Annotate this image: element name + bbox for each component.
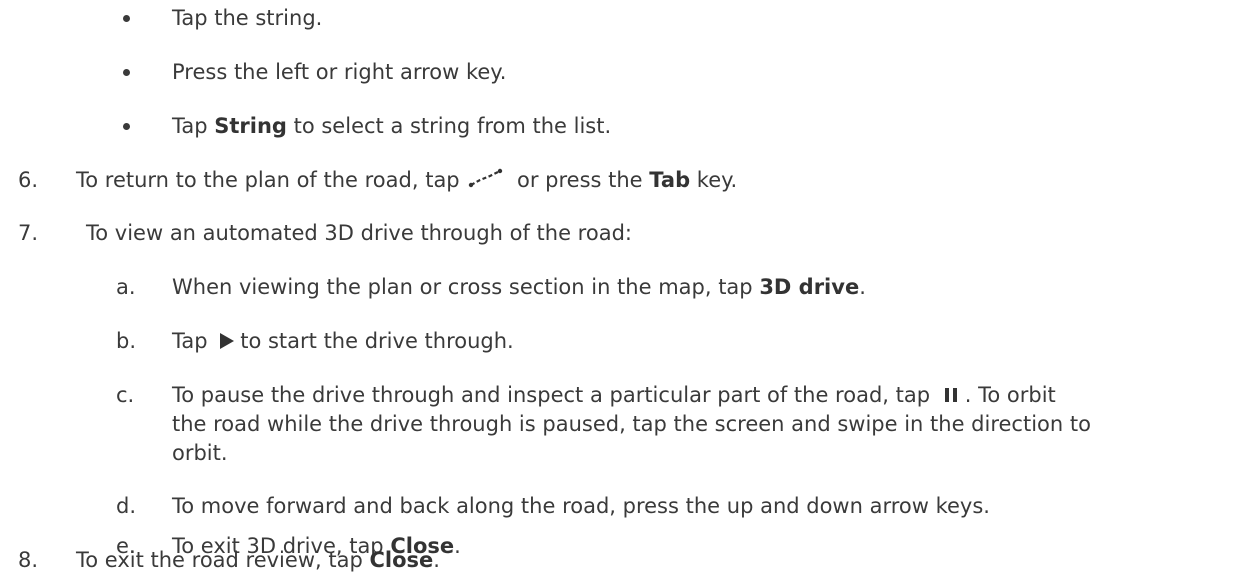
step-text: To exit the road review, tap Close. [76,548,440,572]
substep-text: Tap to start the drive through. [172,329,514,353]
substep-label: d. [116,494,137,518]
ui-term-3d-drive: 3D drive [759,275,860,299]
bullet-dot [123,15,130,22]
substep-text: To move forward and back along the road,… [172,494,990,518]
step-text: To view an automated 3D drive through of… [86,221,632,245]
step-number: 8. [18,548,39,572]
substep-label: c. [116,383,135,407]
instructions-document: Tap the string. Press the left or right … [0,0,1257,572]
bullet-text: Tap String to select a string from the l… [172,114,612,138]
bullet-dot [123,123,130,130]
substep-text: orbit. [172,441,228,465]
polyline-icon [468,167,504,195]
step-8: 8. To exit the road review, tap Close. [0,548,1257,572]
substep-text: To pause the drive through and inspect a… [172,383,1056,407]
bullet-text: Tap the string. [172,6,323,30]
substep-text: When viewing the plan or cross section i… [172,275,866,299]
ui-term-string: String [214,114,287,138]
step-number: 7. [18,221,39,245]
pause-icon [944,387,959,402]
substep-label: b. [116,329,137,353]
step-number: 6. [18,168,39,192]
ui-term-tab: Tab [649,168,691,192]
substep-text: the road while the drive through is paus… [172,412,1091,436]
step-text: To return to the plan of the road, tap o… [76,166,737,195]
bullet-text: Press the left or right arrow key. [172,60,507,84]
bullet-dot [123,69,130,76]
play-icon [220,332,235,349]
ui-term-close: Close [369,548,434,572]
substep-label: a. [116,275,136,299]
